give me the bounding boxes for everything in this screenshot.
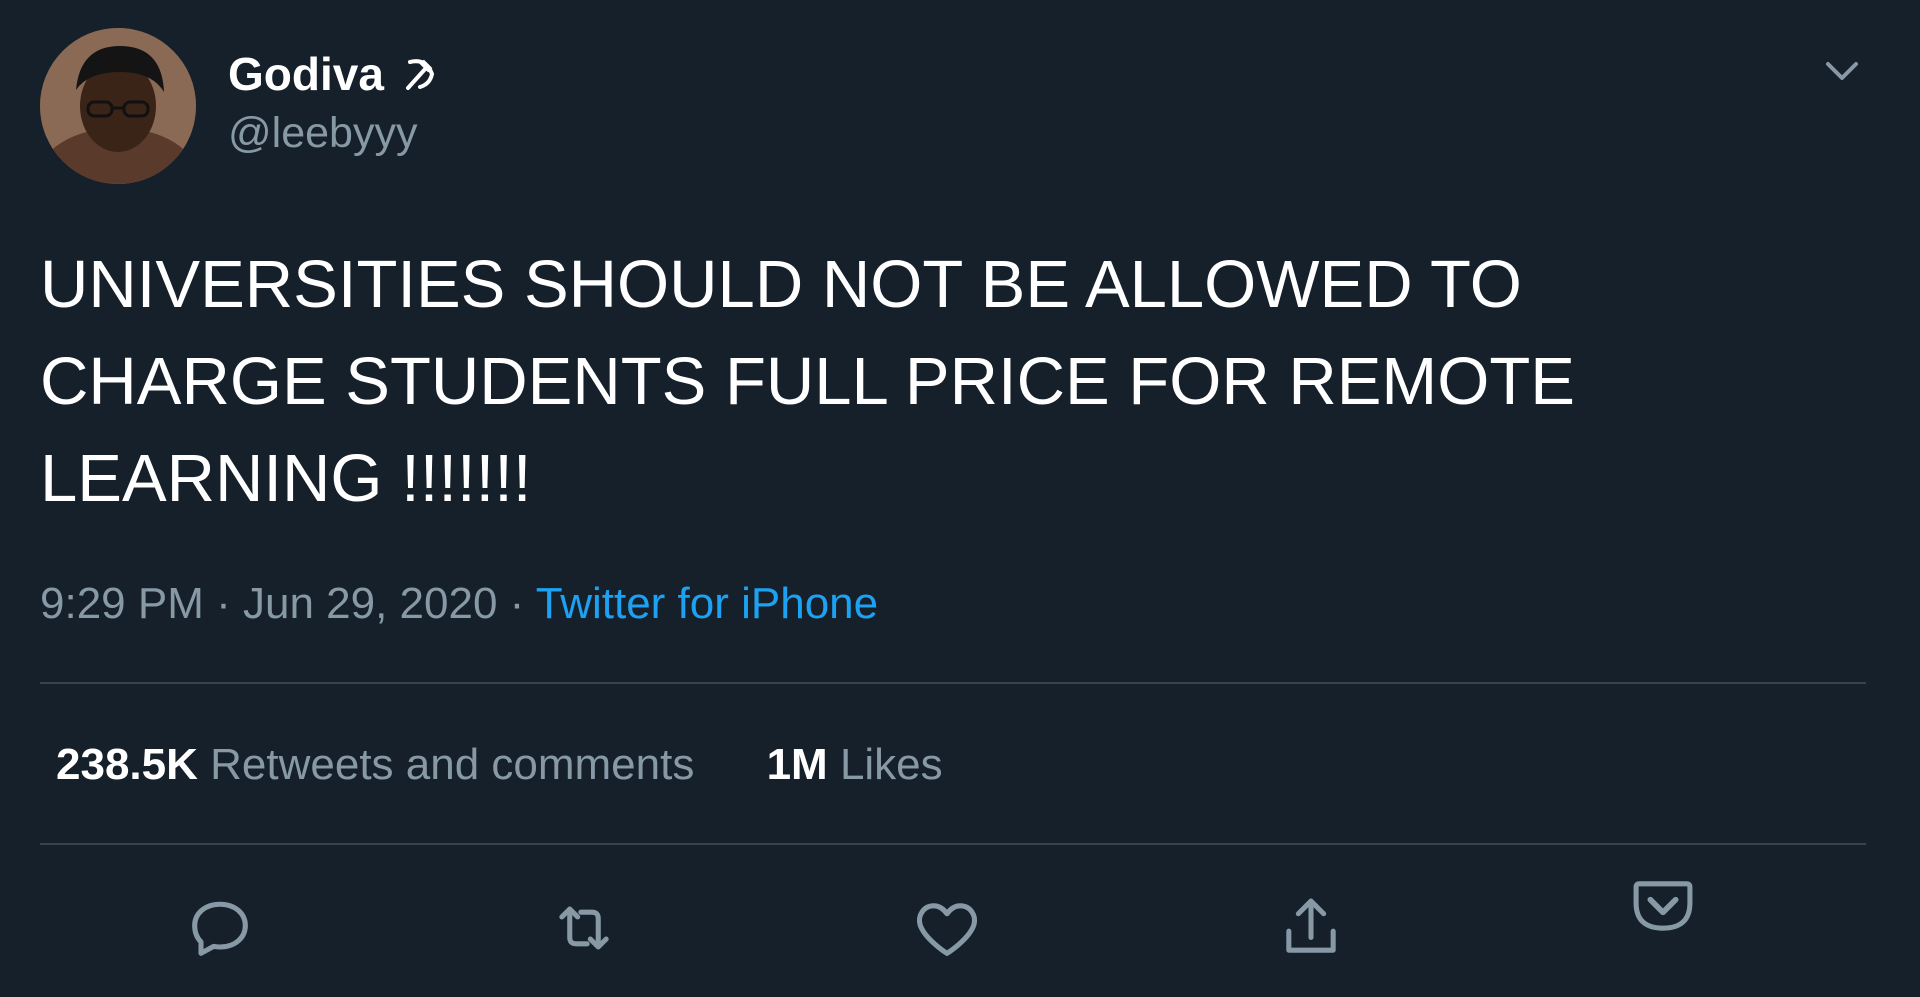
tweet-date[interactable]: Jun 29, 2020 [243,579,497,628]
retweets-count: 238.5K [56,740,198,789]
pocket-button[interactable] [1625,868,1701,944]
tweet-text: UNIVERSITIES SHOULD NOT BE ALLOWED TO CH… [40,247,1575,516]
retweet-icon [559,906,609,950]
action-bar [0,868,1920,978]
tweet: Godiva @leebyyy UNIVERSITIES SHOULD NOT … [0,0,1920,997]
chevron-down-icon[interactable] [1818,52,1866,92]
reply-icon [192,901,248,956]
tweet-meta: 9:29 PM · Jun 29, 2020 · Twitter for iPh… [40,574,878,634]
avatar-image [40,28,196,184]
display-name[interactable]: Godiva [228,44,384,104]
retweet-button[interactable] [546,890,622,966]
share-button[interactable] [1273,890,1349,966]
reply-button[interactable] [182,890,258,966]
like-icon [916,903,978,956]
tweet-time[interactable]: 9:29 PM [40,579,204,628]
retweets-label: Retweets and comments [210,740,695,789]
meta-separator: · [203,579,243,628]
divider [40,843,1866,845]
hammer-and-sickle-icon [400,54,440,94]
share-icon [1286,898,1336,953]
avatar[interactable] [40,28,196,184]
user-handle[interactable]: @leebyyy [228,104,440,162]
likes-count: 1M [766,740,828,789]
likes-label: Likes [839,740,943,789]
tweet-source-link[interactable]: Twitter for iPhone [536,579,878,628]
pocket-icon [1633,881,1693,931]
divider [40,682,1866,684]
tweet-stats: 238.5K Retweets and comments 1M Likes [56,735,1003,795]
like-button[interactable] [909,890,985,966]
meta-separator: · [497,579,536,628]
user-info[interactable]: Godiva @leebyyy [228,44,440,162]
likes-stat[interactable]: 1M Likes [767,735,943,795]
retweets-stat[interactable]: 238.5K Retweets and comments [56,735,694,795]
